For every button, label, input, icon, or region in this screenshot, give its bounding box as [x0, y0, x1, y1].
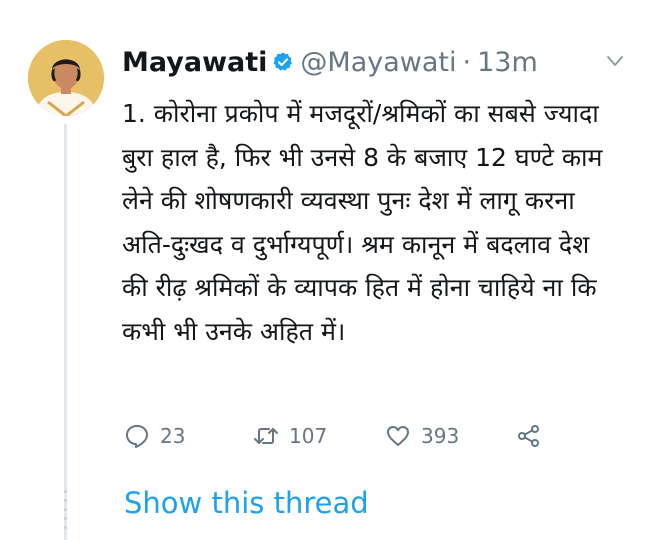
tweet-body: 1. कोरोना प्रकोप में मजदूरों/श्रमिकों का… — [122, 99, 603, 346]
reply-button[interactable]: 23 — [124, 416, 185, 456]
tweet-header: Mayawati @Mayawati · 13m — [122, 40, 632, 84]
reply-count: 23 — [160, 424, 186, 448]
avatar-portrait — [28, 40, 104, 116]
chevron-down-icon[interactable] — [606, 52, 624, 70]
reply-icon — [126, 425, 148, 448]
author-handle[interactable]: @Mayawati — [300, 47, 456, 78]
heart-icon — [387, 426, 409, 446]
like-button[interactable]: 393 — [385, 416, 459, 456]
retweet-count: 107 — [289, 424, 328, 448]
tweet-card[interactable]: Mayawati @Mayawati · 13m 1. कोरोना प्रको… — [0, 0, 650, 540]
action-bar: 23 107 393 — [124, 416, 604, 456]
avatar[interactable] — [28, 40, 104, 116]
thread-line — [64, 124, 67, 540]
share-button[interactable] — [516, 416, 542, 456]
timestamp[interactable]: 13m — [477, 47, 538, 78]
retweet-button[interactable]: 107 — [253, 416, 327, 456]
author-name[interactable]: Mayawati — [122, 47, 267, 78]
thread-dots — [62, 490, 69, 540]
share-icon — [518, 425, 539, 447]
separator-dot: · — [462, 46, 472, 78]
verified-badge-icon — [272, 51, 294, 73]
show-thread-link[interactable]: Show this thread — [124, 486, 369, 520]
retweet-icon — [254, 428, 278, 444]
like-count: 393 — [421, 424, 460, 448]
